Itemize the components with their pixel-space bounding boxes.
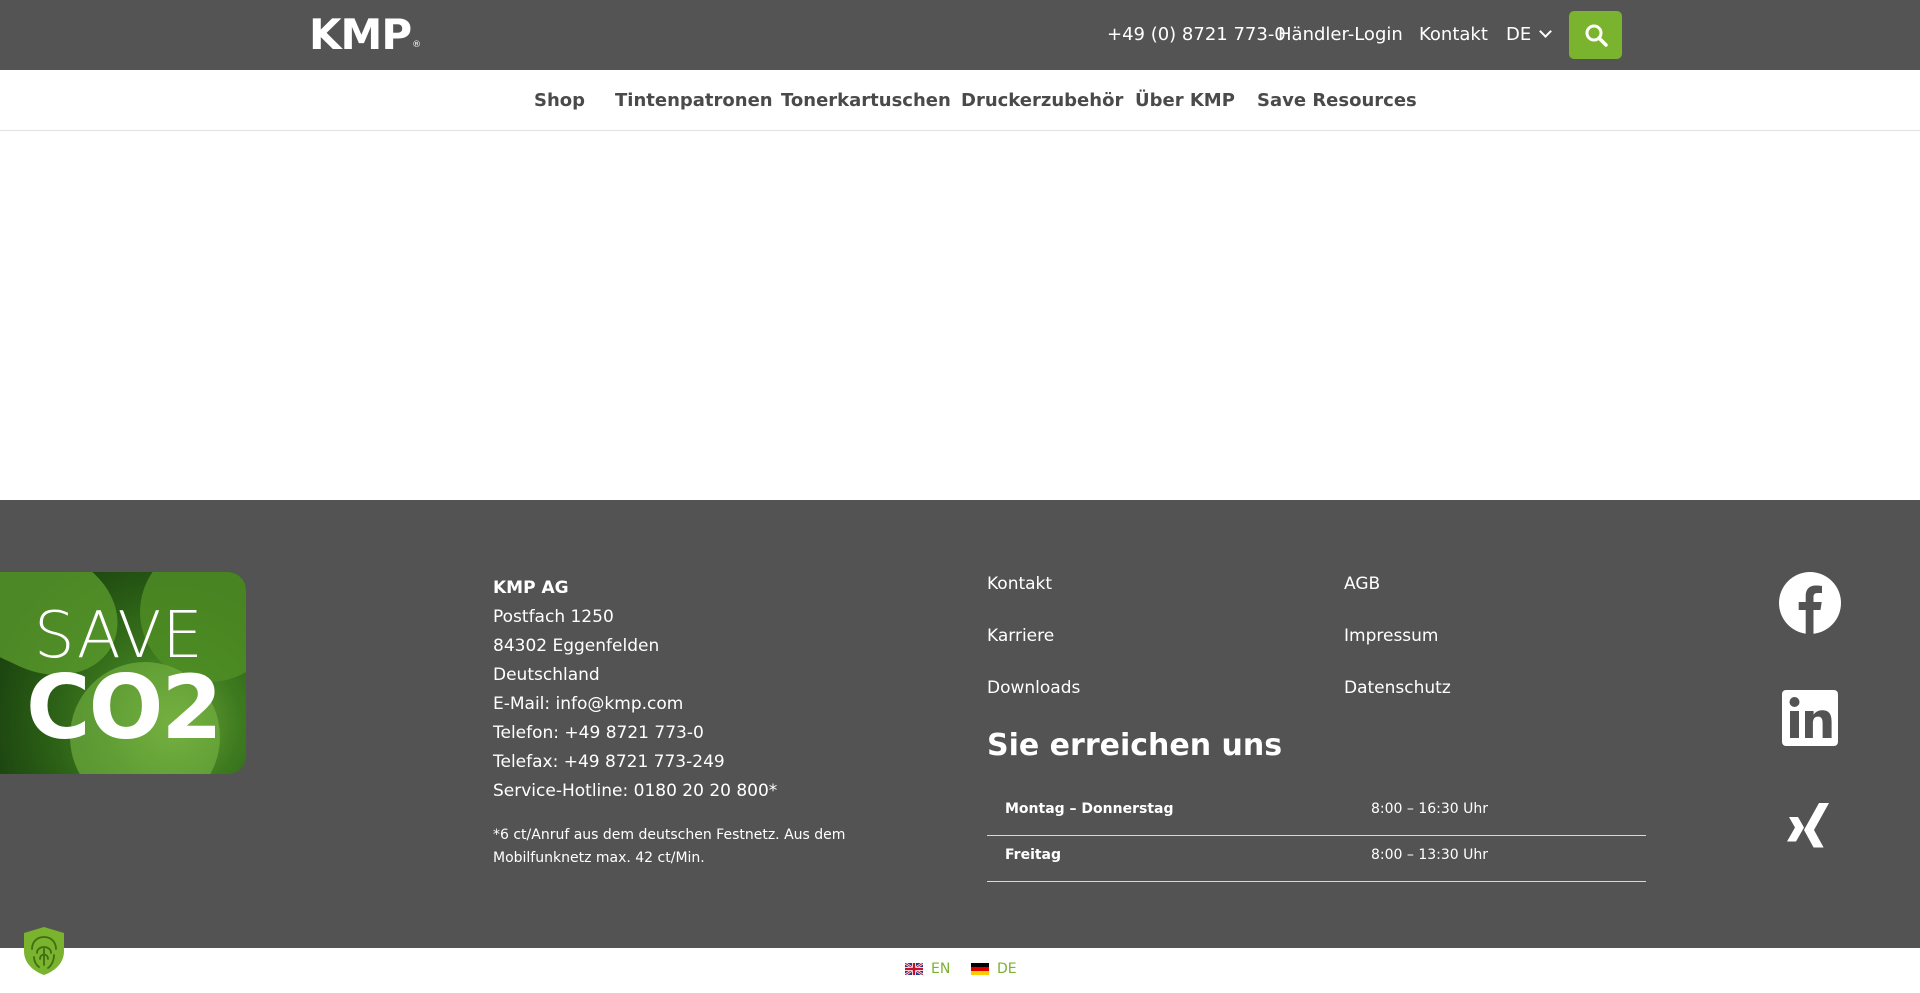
language-bar (0, 948, 1920, 993)
language-current: DE (1506, 24, 1532, 45)
fingerprint-shield-icon (24, 927, 64, 975)
phone-line[interactable]: Telefon: +49 8721 773-0 (493, 719, 933, 748)
header-phone-link[interactable]: +49 (0) 8721 773-0 (1107, 24, 1286, 45)
search-icon (1585, 24, 1608, 47)
german-flag-icon (971, 963, 989, 975)
top-header-bar: KMP ® +49 (0) 8721 773-0 Händler-Login K… (0, 0, 1920, 70)
address-line: 84302 Eggenfelden (493, 636, 660, 656)
facebook-icon (1779, 572, 1841, 634)
company-name: KMP AG (493, 578, 569, 598)
save-co2-line2: CO2 (26, 656, 223, 759)
language-code: DE (997, 961, 1017, 977)
hours-time: 8:00 – 13:30 Uhr (1371, 847, 1489, 863)
logo-text: KMP (309, 10, 412, 59)
hours-row: Montag – Donnerstag 8:00 – 16:30 Uhr (987, 790, 1646, 836)
xing-icon (1787, 803, 1829, 848)
address-line: Postfach 1250 (493, 607, 614, 627)
fax-line: Telefax: +49 8721 773-249 (493, 752, 725, 772)
facebook-link[interactable] (1779, 572, 1841, 634)
footer-link-downloads[interactable]: Downloads (987, 678, 1080, 698)
search-button[interactable] (1569, 11, 1622, 59)
header-contact-link[interactable]: Kontakt (1419, 24, 1488, 45)
nav-item-druckerzubehoer[interactable]: Druckerzubehör (961, 90, 1123, 111)
dealer-login-link[interactable]: Händler-Login (1278, 24, 1403, 45)
footer-link-datenschutz[interactable]: Datenschutz (1344, 678, 1451, 698)
main-navigation: Shop Tintenpatronen Tonerkartuschen Druc… (0, 70, 1920, 131)
nav-item-shop[interactable]: Shop (534, 90, 585, 111)
language-switch-de[interactable]: DE (971, 961, 1017, 977)
footer-link-agb[interactable]: AGB (1344, 574, 1380, 594)
chevron-down-icon (1539, 25, 1553, 38)
email-line[interactable]: E-Mail: info@kmp.com (493, 690, 933, 719)
hours-row: Freitag 8:00 – 13:30 Uhr (987, 836, 1646, 882)
hotline-line[interactable]: Service-Hotline: 0180 20 20 800* (493, 777, 933, 806)
xing-link[interactable] (1779, 800, 1841, 862)
site-footer: SAVE CO2 KMP AG Postfach 1250 84302 Egge… (0, 500, 1920, 948)
hotline-note: *6 ct/Anruf aus dem deutschen Festnetz. … (493, 827, 846, 866)
logo-registered-mark: ® (412, 40, 422, 50)
linkedin-icon (1782, 690, 1838, 746)
uk-flag-icon (905, 963, 923, 975)
hours-time: 8:00 – 16:30 Uhr (1371, 801, 1489, 817)
footer-address: KMP AG Postfach 1250 84302 Eggenfelden D… (493, 574, 933, 870)
nav-item-tonerkartuschen[interactable]: Tonerkartuschen (781, 90, 951, 111)
kmp-logo[interactable]: KMP ® (309, 10, 422, 59)
footer-link-impressum[interactable]: Impressum (1344, 626, 1439, 646)
footer-link-kontakt[interactable]: Kontakt (987, 574, 1052, 594)
hours-day: Freitag (1005, 847, 1062, 863)
language-dropdown[interactable]: DE (1506, 24, 1553, 45)
opening-hours-table: Montag – Donnerstag 8:00 – 16:30 Uhr Fre… (987, 790, 1646, 882)
footer-link-karriere[interactable]: Karriere (987, 626, 1054, 646)
hours-day: Montag – Donnerstag (1005, 801, 1174, 817)
opening-hours-title: Sie erreichen uns (987, 728, 1283, 763)
linkedin-link[interactable] (1779, 687, 1841, 749)
nav-item-ueber-kmp[interactable]: Über KMP (1135, 90, 1235, 111)
address-line: Deutschland (493, 665, 600, 685)
privacy-settings-button[interactable] (20, 925, 68, 977)
language-code: EN (931, 961, 951, 977)
save-co2-badge[interactable]: SAVE CO2 (0, 572, 246, 774)
language-switch-en[interactable]: EN (905, 961, 950, 977)
nav-item-save-resources[interactable]: Save Resources (1257, 90, 1417, 111)
nav-item-tintenpatronen[interactable]: Tintenpatronen (615, 90, 773, 111)
